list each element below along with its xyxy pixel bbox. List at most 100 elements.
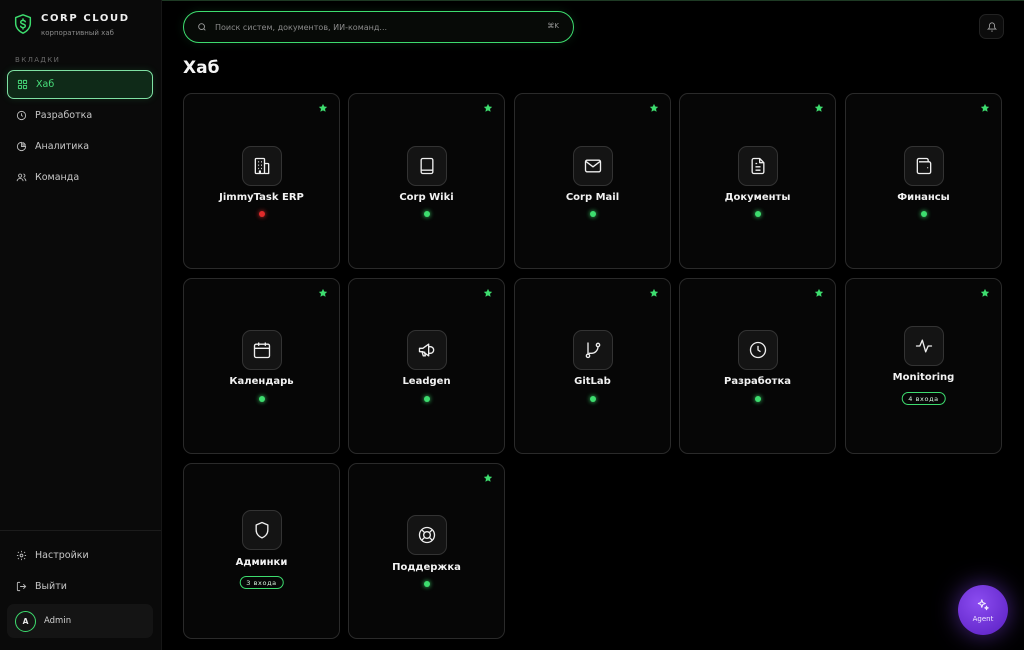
app-card-admin-panels[interactable]: Админки 3 входа [183,463,340,639]
page-title: Хаб [183,58,220,78]
brand-subtitle: корпоративный хаб [41,29,114,37]
app-card-finance[interactable]: Финансы [845,93,1002,269]
app-card-jimmytask-erp[interactable]: JimmyTask ERP [183,93,340,269]
star-icon[interactable] [649,103,659,113]
sidebar-divider [0,530,161,531]
app-icon-box [904,326,944,366]
star-icon[interactable] [318,103,328,113]
sidebar-item-label: Хаб [36,79,55,90]
sidebar-item-logout[interactable]: Выйти [7,572,153,601]
sidebar-item-label: Выйти [35,581,67,592]
app-card-label: Поддержка [392,562,461,573]
status-indicator [755,396,761,402]
star-icon[interactable] [649,288,659,298]
megaphone-icon [418,343,435,357]
app-card-corp-mail[interactable]: Corp Mail [514,93,671,269]
agent-label: Agent [972,614,994,623]
app-card-documents[interactable]: Документы [679,93,836,269]
clock-icon [749,341,767,359]
status-indicator [424,211,430,217]
app-card-monitoring[interactable]: Monitoring 4 входа [845,278,1002,454]
document-icon [751,157,765,175]
app-card-label: Leadgen [402,376,451,387]
sidebar-item-analytics[interactable]: Аналитика [7,132,153,161]
status-indicator [259,396,265,402]
app-icon-box [242,510,282,550]
star-icon[interactable] [814,288,824,298]
app-card-label: Corp Wiki [399,192,454,203]
app-card-development[interactable]: Разработка [679,278,836,454]
app-card-calendar[interactable]: Календарь [183,278,340,454]
star-icon[interactable] [318,288,328,298]
app-card-corp-wiki[interactable]: Corp Wiki [348,93,505,269]
agent-button[interactable]: Agent [958,585,1008,635]
avatar: A [15,610,36,632]
status-indicator [590,211,596,217]
app-card-gitlab[interactable]: GitLab [514,278,671,454]
app-card-label: Документы [724,192,791,203]
star-icon[interactable] [483,288,493,298]
gear-icon [15,550,27,562]
notifications-button[interactable] [979,14,1004,39]
status-indicator [259,211,265,217]
star-icon[interactable] [814,103,824,113]
app-card-support[interactable]: Поддержка [348,463,505,639]
sidebar-item-label: Аналитика [35,141,90,152]
sidebar-item-settings[interactable]: Настройки [7,541,153,570]
sidebar-item-label: Команда [35,172,80,183]
sidebar-item-team[interactable]: Команда [7,163,153,192]
logins-badge: 4 входа [901,392,946,405]
status-indicator [424,581,430,587]
sidebar-item-development[interactable]: Разработка [7,101,153,130]
sparkles-icon [977,598,989,610]
app-icon-box [407,515,447,555]
star-icon[interactable] [980,288,990,298]
bell-icon [986,21,997,32]
app-icon-box [738,146,778,186]
logout-icon [15,581,27,593]
status-indicator [424,396,430,402]
shortcut-hint: ⌘K [547,22,559,30]
app-icon-box [573,146,613,186]
status-indicator [590,396,596,402]
star-icon[interactable] [483,473,493,483]
grid-icon [16,79,28,91]
search-input[interactable] [215,22,535,32]
section-label-tabs: ВКЛАДКИ [15,56,61,64]
book-icon [420,157,434,175]
app-icon-box [904,146,944,186]
mail-icon [584,159,602,173]
sidebar-item-label: Настройки [35,550,89,561]
activity-icon [915,339,933,353]
app-card-leadgen[interactable]: Leadgen [348,278,505,454]
star-icon[interactable] [483,103,493,113]
app-icon-box [242,330,282,370]
sidebar-item-hub[interactable]: Хаб [7,70,153,99]
app-card-label: GitLab [574,376,611,387]
brand[interactable]: CORP CLOUD корпоративный хаб [12,12,130,39]
app-card-label: Финансы [897,192,950,203]
app-card-label: Календарь [229,376,294,387]
users-icon [15,172,27,184]
pie-chart-icon [15,141,27,153]
app-card-label: Corp Mail [565,192,620,203]
logins-badge: 3 входа [239,576,284,589]
sidebar: CORP CLOUD корпоративный хаб ВКЛАДКИ Хаб… [0,0,162,650]
app-card-label: Разработка [724,376,791,387]
sidebar-item-label: Разработка [35,110,93,121]
shield-dollar-logo-icon [14,14,32,34]
status-indicator [921,211,927,217]
search-icon [198,23,206,31]
user-name: Admin [44,616,72,626]
star-icon[interactable] [980,103,990,113]
wallet-icon [916,157,932,175]
app-icon-box [738,330,778,370]
search-bar[interactable]: ⌘K [183,11,574,43]
app-card-label: JimmyTask ERP [219,192,304,203]
app-card-label: Monitoring [892,372,955,383]
calendar-icon [253,342,271,359]
user-profile[interactable]: A Admin [7,604,153,638]
app-icon-box [242,146,282,186]
status-indicator [755,211,761,217]
app-icon-box [407,146,447,186]
